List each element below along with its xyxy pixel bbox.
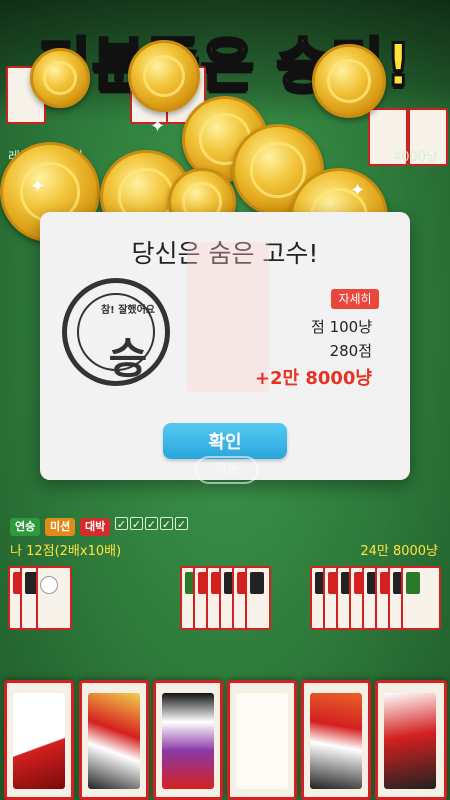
player-money: 24만 8000냥: [360, 544, 438, 559]
check-icon: ✓: [130, 517, 143, 531]
hand-card[interactable]: [4, 680, 74, 800]
auto-button[interactable]: 자동: [195, 456, 259, 484]
badge-winstreak: 연승: [10, 518, 41, 536]
sparkle-icon: ✦: [150, 116, 166, 137]
stamp-glyph: 승: [108, 334, 148, 383]
hand-card[interactable]: [79, 680, 149, 800]
check-icon: ✓: [175, 517, 188, 531]
opponent-money: 4000냥: [392, 150, 438, 165]
hand-card[interactable]: [227, 680, 297, 800]
gold-coin-icon: [312, 44, 386, 118]
check-icon: ✓: [160, 517, 173, 531]
stamp-inner-ring: 참! 잘했어요 승: [77, 293, 155, 383]
hand-card[interactable]: [375, 680, 447, 800]
badge-jackpot: 대박: [80, 518, 111, 536]
gold-coin-icon: [30, 48, 90, 108]
captured-card: [245, 566, 271, 630]
victory-stamp: 참! 잘했어요 승: [62, 278, 170, 386]
reward-line: +2만 8000냥: [254, 368, 372, 389]
hand-card[interactable]: [301, 680, 371, 800]
check-icon: ✓: [115, 517, 128, 531]
detail-button[interactable]: 자세히: [331, 289, 379, 309]
points-line: 점 100냥: [311, 318, 372, 336]
captured-card: [401, 566, 441, 630]
stamp-arc-text: 참! 잘했어요: [100, 305, 156, 316]
score-line: 280점: [329, 342, 372, 360]
captured-card: [36, 566, 72, 630]
badge-mission: 미션: [45, 518, 76, 536]
result-dialog: 당신은 숨은 고수! 참! 잘했어요 승 자세히 점 100냥 280점 +2만…: [40, 212, 410, 480]
confirm-button[interactable]: 확인: [163, 423, 287, 459]
player-score: 나 12점(2배x10배): [10, 544, 122, 559]
sparkle-icon: ✦: [30, 176, 46, 197]
gold-coin-icon: [128, 40, 200, 112]
check-icon: ✓: [145, 517, 158, 531]
hand-card[interactable]: [153, 680, 223, 800]
sparkle-icon: ✦: [350, 180, 366, 201]
